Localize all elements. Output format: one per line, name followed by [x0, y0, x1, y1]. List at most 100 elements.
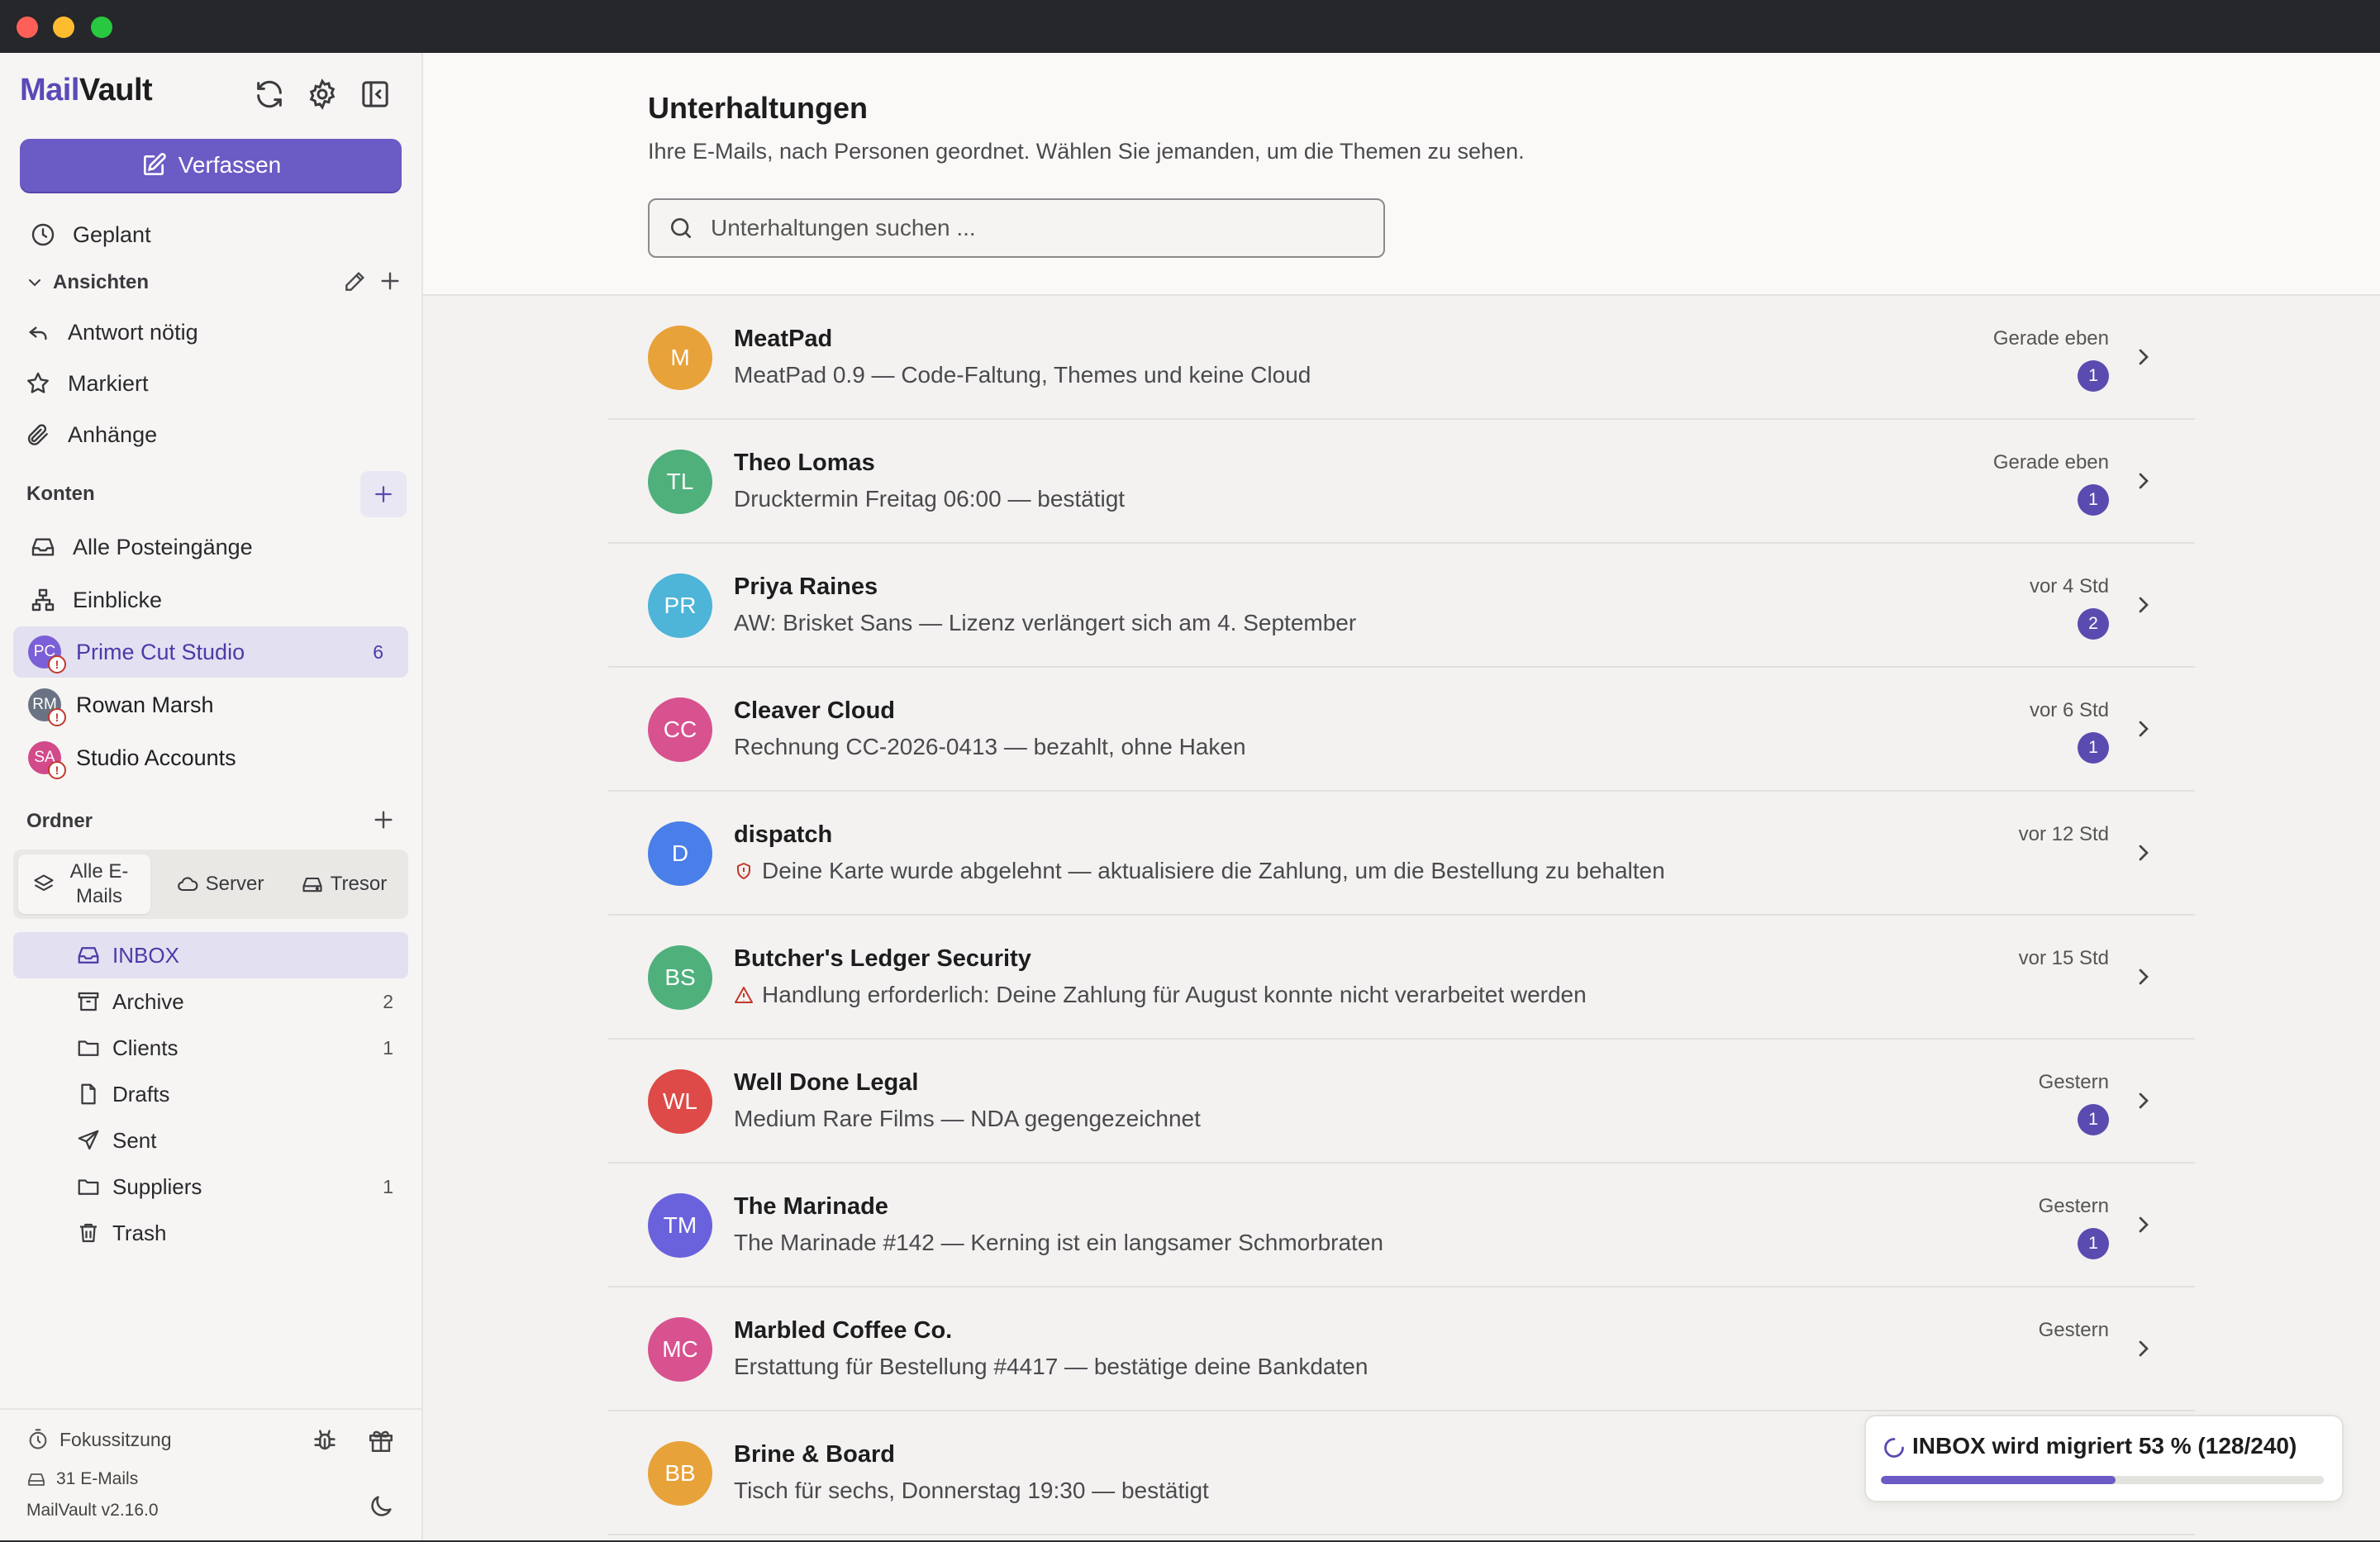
- folder-icon: [78, 1179, 99, 1195]
- insights-label: Einblicke: [73, 587, 163, 612]
- folder-clients[interactable]: Clients 1: [13, 1025, 408, 1071]
- unread-badge: 1: [2078, 732, 2109, 764]
- contact-name: Theo Lomas: [734, 450, 875, 476]
- focus-session-button[interactable]: Fokussitzung: [26, 1428, 172, 1451]
- segment-server[interactable]: Server: [162, 854, 278, 914]
- contact-name: The Marinade: [734, 1193, 888, 1220]
- chevron-down-icon: [29, 279, 40, 287]
- contact-name: Priya Raines: [734, 573, 878, 600]
- folder-drafts[interactable]: Drafts: [13, 1071, 408, 1117]
- conversation-subject: MeatPad 0.9 — Code-Faltung, Themes und k…: [734, 362, 1311, 388]
- conversation-row[interactable]: D dispatch Deine Karte wurde abgelehnt —…: [608, 792, 2195, 916]
- search-input[interactable]: [709, 214, 1357, 242]
- chevron-right-icon: [2139, 721, 2149, 737]
- migration-status-text: INBOX wird migriert 53 % (128/240): [1912, 1433, 2297, 1459]
- gear-icon[interactable]: [306, 78, 339, 111]
- folder-count: 1: [383, 1175, 393, 1197]
- clock-icon: [31, 223, 55, 246]
- view-reply-needed[interactable]: Antwort nötig: [25, 309, 198, 355]
- conversation-row[interactable]: M MeatPad MeatPad 0.9 — Code-Faltung, Th…: [608, 296, 2195, 420]
- reply-icon: [29, 326, 47, 340]
- conversation-row[interactable]: MC Marbled Coffee Co. Erstattung für Bes…: [608, 1287, 2195, 1411]
- view-attachments[interactable]: Anhänge: [25, 412, 157, 458]
- close-window-button[interactable]: [17, 17, 38, 38]
- account-rowan-marsh[interactable]: RM! Rowan Marsh: [13, 679, 408, 731]
- refresh-icon[interactable]: [253, 78, 286, 111]
- view-reply-needed-label: Antwort nötig: [68, 319, 198, 345]
- conversation-row[interactable]: CC Cleaver Cloud Rechnung CC-2026-0413 —…: [608, 668, 2195, 792]
- conversation-row[interactable]: TM The Marinade The Marinade #142 — Kern…: [608, 1164, 2195, 1287]
- compose-button[interactable]: Verfassen: [20, 139, 402, 192]
- conversation-time: vor 6 Std: [2029, 699, 2109, 721]
- conversation-subject: Medium Rare Films — NDA gegengezeichnet: [734, 1106, 1201, 1131]
- chevron-right-icon: [2139, 1216, 2149, 1233]
- unread-badge: 1: [2078, 1104, 2109, 1135]
- folder-trash[interactable]: Trash: [13, 1210, 408, 1256]
- views-section-toggle[interactable]: Ansichten: [25, 271, 149, 294]
- conversation-row[interactable]: BS Butcher's Ledger Security Handlung er…: [608, 916, 2195, 1040]
- accounts-section-label: Konten: [26, 483, 95, 505]
- conversation-subject: Tisch für sechs, Donnerstag 19:30 — best…: [734, 1478, 1209, 1503]
- nav-scheduled[interactable]: Geplant: [30, 212, 151, 258]
- contact-name: Butcher's Ledger Security: [734, 945, 1031, 972]
- add-folder-icon[interactable]: [370, 807, 400, 836]
- edit-views-icon[interactable]: [342, 268, 372, 297]
- gift-icon[interactable]: [367, 1426, 395, 1454]
- segment-all-mails[interactable]: Alle E-Mails: [18, 854, 150, 914]
- conversation-time: vor 12 Std: [2018, 823, 2109, 845]
- conversation-row[interactable]: WL Well Done Legal Medium Rare Films — N…: [608, 1040, 2195, 1164]
- unread-badge: 1: [2078, 360, 2109, 392]
- search-box: [648, 198, 1385, 258]
- account-prime-cut-studio[interactable]: PC! Prime Cut Studio 6: [13, 626, 408, 678]
- folder-name: Trash: [112, 1220, 167, 1245]
- conversation-subject: AW: Brisket Sans — Lizenz verlängert sic…: [734, 610, 1357, 635]
- folder-count: 1: [383, 1036, 393, 1059]
- segment-all-label: Alle E-Mails: [69, 860, 129, 907]
- view-flagged-label: Markiert: [68, 370, 149, 396]
- mail-count-row: 31 E-Mails: [26, 1469, 138, 1489]
- contact-avatar: CC: [648, 697, 712, 762]
- unread-badge: 1: [2078, 1228, 2109, 1259]
- contact-avatar: PR: [648, 573, 712, 638]
- contact-name: Well Done Legal: [734, 1069, 919, 1096]
- all-inboxes[interactable]: Alle Posteingänge: [30, 524, 253, 570]
- add-account-button[interactable]: [360, 471, 407, 517]
- conversation-row[interactable]: PR Priya Raines AW: Brisket Sans — Lizen…: [608, 544, 2195, 668]
- shield-alert-icon: [737, 863, 750, 879]
- bug-icon[interactable]: [311, 1426, 339, 1454]
- folder-name: Sent: [112, 1127, 157, 1153]
- add-view-icon[interactable]: [377, 268, 407, 297]
- hard-drive-icon: [302, 877, 322, 892]
- conversation-row[interactable]: TL Theo Lomas Drucktermin Freitag 06:00 …: [608, 420, 2195, 544]
- file-icon: [81, 1083, 96, 1105]
- timer-icon: [29, 1429, 47, 1449]
- folders-section-label: Ordner: [26, 810, 93, 832]
- conversation-subject: Handlung erforderlich: Deine Zahlung für…: [734, 982, 1587, 1008]
- moon-icon[interactable]: [367, 1492, 395, 1521]
- chevron-right-icon: [2139, 845, 2149, 861]
- brand-part-2: Vault: [79, 73, 153, 107]
- insights[interactable]: Einblicke: [30, 577, 162, 623]
- sidebar: MailVault Verfassen Geplant Ansichten An…: [0, 53, 423, 1540]
- folder-suppliers[interactable]: Suppliers 1: [13, 1164, 408, 1210]
- minimize-window-button[interactable]: [53, 17, 74, 38]
- collapse-sidebar-icon[interactable]: [359, 78, 392, 111]
- title-bar: [0, 0, 2380, 53]
- migration-progress-bar: [1881, 1476, 2324, 1484]
- account-name: Studio Accounts: [76, 745, 236, 770]
- hard-drive-icon: [28, 1473, 45, 1486]
- account-unread-count: 6: [373, 640, 383, 663]
- folder-sent[interactable]: Sent: [13, 1117, 408, 1164]
- folder-archive[interactable]: Archive 2: [13, 978, 408, 1025]
- page-subtitle: Ihre E-Mails, nach Personen geordnet. Wä…: [648, 139, 1525, 164]
- account-studio-accounts[interactable]: SA! Studio Accounts: [13, 732, 408, 783]
- migration-toast: INBOX wird migriert 53 % (128/240): [1864, 1415, 2344, 1502]
- segment-vault[interactable]: Tresor: [286, 854, 402, 914]
- account-avatar: SA!: [28, 741, 66, 779]
- view-flagged[interactable]: Markiert: [25, 360, 149, 407]
- views-section-label: Ansichten: [53, 271, 150, 293]
- maximize-window-button[interactable]: [91, 17, 112, 38]
- inbox-icon: [78, 947, 99, 964]
- chevron-right-icon: [2139, 349, 2149, 365]
- folder-inbox[interactable]: INBOX: [13, 932, 408, 978]
